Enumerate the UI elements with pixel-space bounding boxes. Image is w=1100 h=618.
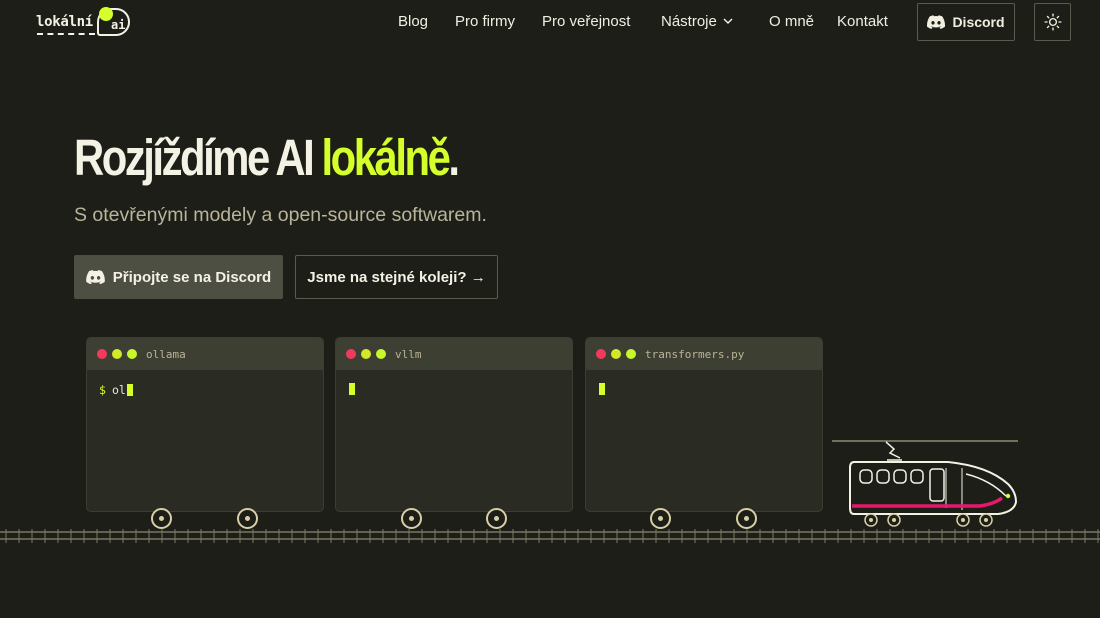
terminal-title: vllm: [395, 347, 422, 361]
terminal-titlebar: ollama: [87, 338, 323, 370]
nav-link-pro-firmy[interactable]: Pro firmy: [455, 13, 515, 30]
hero-title: Rozjíždíme AI lokálně.: [74, 128, 460, 187]
terminal-body: $ ol: [87, 370, 323, 397]
discord-header-button[interactable]: Discord: [917, 3, 1015, 41]
terminal-title: transformers.py: [645, 347, 745, 361]
terminal-body: [336, 370, 572, 395]
hero-title-accent: lokálně: [321, 129, 450, 186]
theme-toggle-button[interactable]: [1034, 3, 1071, 41]
maximize-dot-icon: [626, 349, 636, 359]
hero-title-end: .: [448, 129, 460, 186]
terminal-window-ollama: ollama $ ol: [86, 337, 324, 512]
site-logo[interactable]: lokální ai: [36, 6, 132, 40]
sun-icon: [1043, 13, 1062, 31]
same-track-button[interactable]: Jsme na stejné koleji? →: [295, 255, 498, 299]
nav-dropdown-nastroje[interactable]: Nástroje: [661, 13, 717, 30]
join-discord-button[interactable]: Připojte se na Discord: [74, 255, 283, 299]
nav-link-pro-verejnost[interactable]: Pro veřejnost: [542, 13, 630, 30]
close-dot-icon: [97, 349, 107, 359]
terminal-cursor: [599, 383, 605, 395]
terminal-window-transformers: transformers.py: [585, 337, 823, 512]
join-discord-label: Připojte se na Discord: [112, 268, 272, 286]
terminal-input-text: ol: [111, 383, 126, 397]
maximize-dot-icon: [376, 349, 386, 359]
discord-icon: [927, 15, 946, 29]
terminal-titlebar: vllm: [336, 338, 572, 370]
train-locomotive-icon: [832, 440, 1018, 527]
minimize-dot-icon: [112, 349, 122, 359]
logo-badge-text: ai: [111, 18, 126, 32]
nav-link-o-mne[interactable]: O mně: [769, 13, 814, 30]
same-track-label: Jsme na stejné koleji? →: [307, 268, 486, 286]
logo-underline: [37, 33, 95, 35]
minimize-dot-icon: [361, 349, 371, 359]
terminal-cursor: [349, 383, 355, 395]
hero-subtitle: S otevřenými modely a open-source softwa…: [74, 204, 487, 226]
logo-dot: [99, 7, 113, 21]
terminal-window-vllm: vllm: [335, 337, 573, 512]
logo-text: lokální: [36, 14, 93, 30]
maximize-dot-icon: [127, 349, 137, 359]
hero-title-main: Rozjíždíme AI: [74, 129, 322, 186]
discord-icon: [85, 270, 105, 284]
close-dot-icon: [346, 349, 356, 359]
nav-link-blog[interactable]: Blog: [398, 13, 428, 30]
nav-link-kontakt[interactable]: Kontakt: [837, 13, 888, 30]
close-dot-icon: [596, 349, 606, 359]
terminal-cursor: [126, 384, 133, 396]
minimize-dot-icon: [611, 349, 621, 359]
chevron-down-icon[interactable]: [723, 17, 733, 25]
discord-header-label: Discord: [952, 14, 1005, 30]
terminal-prompt: $: [99, 383, 106, 397]
terminal-title: ollama: [146, 347, 186, 361]
terminal-body: [586, 370, 822, 395]
terminal-titlebar: transformers.py: [586, 338, 822, 370]
